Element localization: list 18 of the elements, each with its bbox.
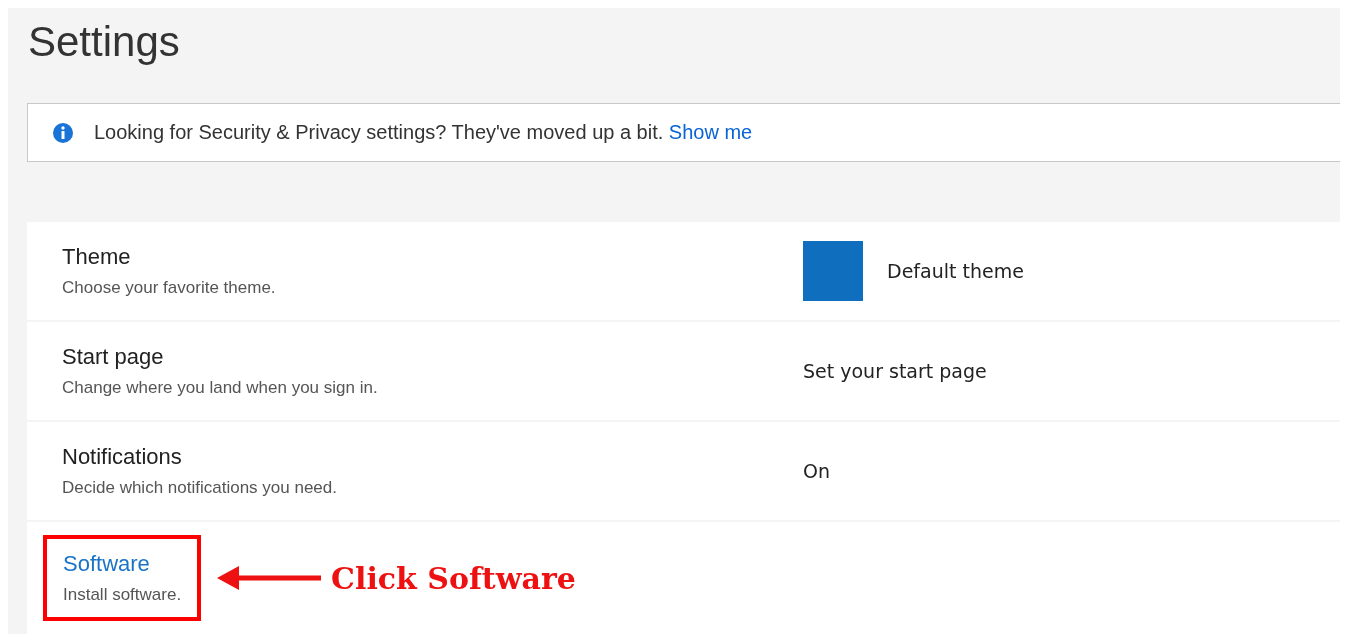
setting-label: Start page [62, 344, 165, 370]
banner-message: Looking for Security & Privacy settings? They've moved up a bit. Show me [94, 121, 753, 144]
setting-value[interactable]: Set your start page [803, 360, 987, 382]
setting-value[interactable]: On [803, 460, 830, 482]
setting-label: Notifications [62, 444, 183, 470]
setting-description: Choose your favorite theme. [62, 278, 276, 298]
arrow-icon [217, 564, 322, 592]
show-me-link[interactable]: Show me [668, 121, 753, 143]
setting-value[interactable]: Default theme [887, 260, 1024, 282]
page-title: Settings [27, 17, 180, 67]
setting-label: Theme [62, 244, 132, 270]
setting-description: Install software. [63, 585, 182, 605]
setting-link[interactable]: Software [63, 551, 182, 577]
theme-swatch[interactable] [803, 241, 863, 301]
setting-description: Decide which notifications you need. [62, 478, 337, 498]
setting-description: Change where you land when you sign in. [62, 378, 378, 398]
callout-text: Click Software [331, 560, 576, 596]
info-icon [52, 121, 74, 144]
